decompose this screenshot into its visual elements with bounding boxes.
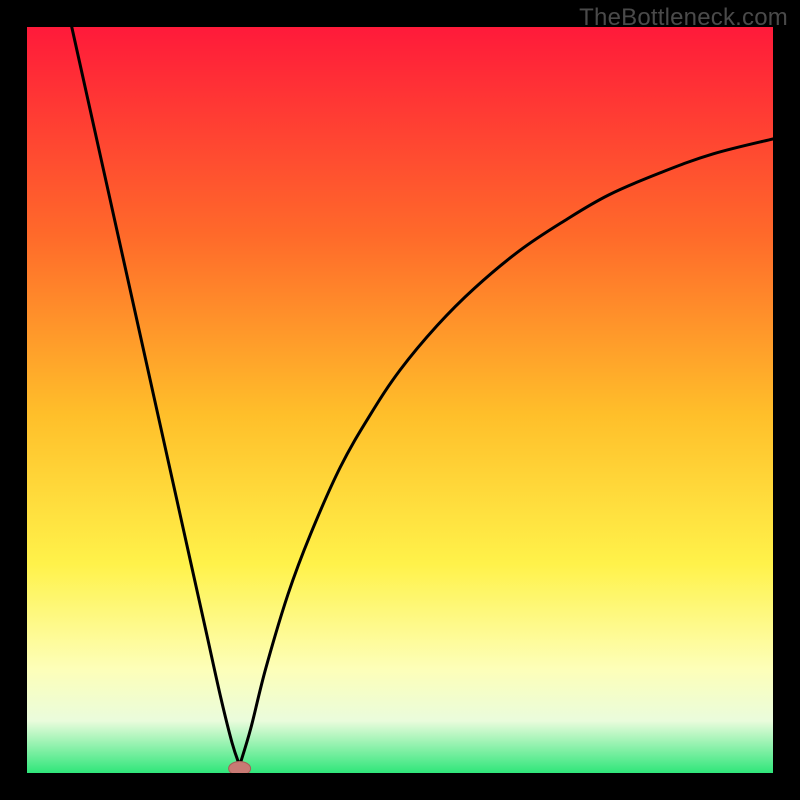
chart-frame: TheBottleneck.com bbox=[0, 0, 800, 800]
plot-svg bbox=[27, 27, 773, 773]
gradient-background bbox=[27, 27, 773, 773]
watermark-text: TheBottleneck.com bbox=[579, 4, 788, 32]
plot-area bbox=[27, 27, 773, 773]
minimum-marker bbox=[229, 762, 251, 773]
